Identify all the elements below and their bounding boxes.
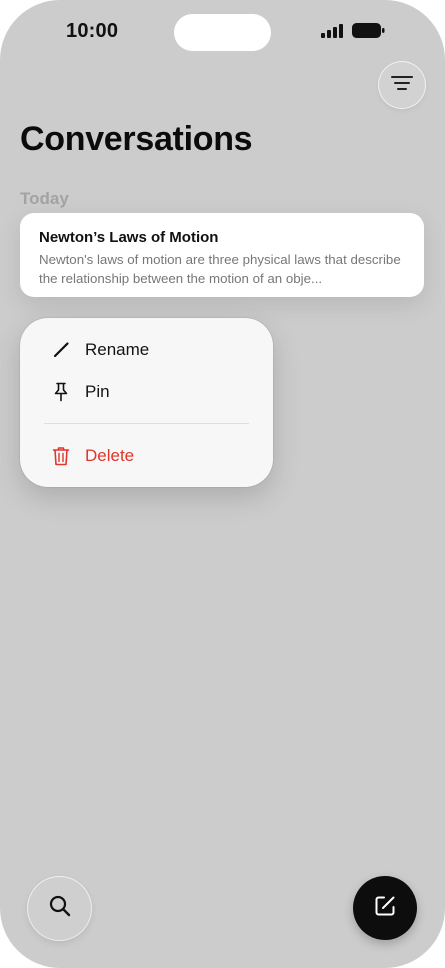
trash-icon — [50, 445, 72, 467]
pin-icon — [50, 381, 72, 403]
status-icons — [321, 23, 385, 38]
search-button[interactable] — [28, 877, 91, 940]
filter-button[interactable] — [379, 62, 425, 108]
menu-item-pin[interactable]: Pin — [50, 380, 110, 404]
conversation-item[interactable]: Newton’s Laws of Motion Newton's laws of… — [20, 213, 424, 297]
menu-item-delete[interactable]: Delete — [50, 444, 134, 468]
search-icon — [48, 894, 72, 923]
menu-divider — [44, 423, 249, 424]
battery-icon — [352, 23, 385, 38]
section-header-today: Today — [20, 189, 69, 208]
menu-item-label: Rename — [85, 340, 150, 359]
context-menu: Rename Pin Delete — [20, 318, 273, 487]
phone-screen: 10:00 Conversations Today Newton’s Laws … — [0, 0, 445, 968]
conversation-preview: Newton's laws of motion are three physic… — [39, 252, 401, 286]
menu-item-rename[interactable]: Rename — [50, 338, 149, 362]
status-time: 10:00 — [66, 20, 119, 42]
menu-item-label: Pin — [85, 382, 110, 401]
pencil-icon — [50, 339, 72, 361]
signal-icon — [321, 23, 343, 38]
dynamic-island — [174, 14, 271, 51]
menu-item-label: Delete — [85, 446, 135, 465]
compose-button[interactable] — [353, 876, 417, 940]
filter-lines-icon — [391, 75, 413, 96]
compose-icon — [373, 894, 397, 923]
page-title: Conversations — [20, 120, 253, 158]
conversation-title: Newton’s Laws of Motion — [39, 229, 219, 246]
